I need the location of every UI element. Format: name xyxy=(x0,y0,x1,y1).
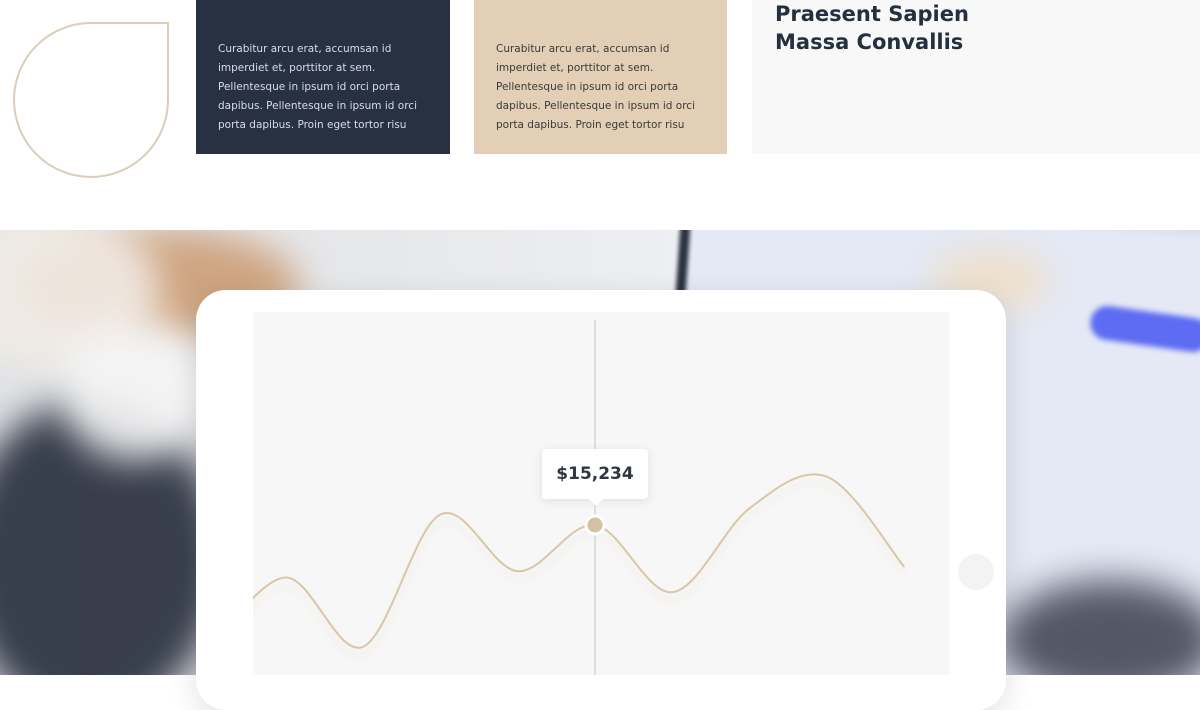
data-point xyxy=(824,474,830,480)
data-point xyxy=(437,512,443,518)
headline-line-1: Praesent Sapien xyxy=(775,2,969,26)
series-line xyxy=(253,473,906,649)
dark-info-card: Curabitur arcu erat, accumsan id imperdi… xyxy=(196,0,450,154)
headline-line-2: Massa Convallis xyxy=(775,30,964,54)
data-point xyxy=(669,589,675,595)
tablet-home-button[interactable] xyxy=(958,554,994,590)
data-point xyxy=(360,644,366,650)
dark-card-text: Curabitur arcu erat, accumsan id imperdi… xyxy=(218,43,417,131)
data-point xyxy=(901,564,907,570)
droplet-outline-shape xyxy=(13,22,169,178)
data-point xyxy=(283,575,289,581)
beige-card-text: Curabitur arcu erat, accumsan id imperdi… xyxy=(496,43,695,131)
section-headline: Praesent Sapien Massa Convallis xyxy=(775,0,969,56)
tooltip-value: $15,234 xyxy=(556,464,634,484)
value-tooltip: $15,234 xyxy=(542,449,648,506)
data-point xyxy=(515,568,521,574)
highlighted-point[interactable] xyxy=(584,514,606,536)
beige-info-card: Curabitur arcu erat, accumsan id imperdi… xyxy=(474,0,727,154)
data-point xyxy=(747,505,753,511)
